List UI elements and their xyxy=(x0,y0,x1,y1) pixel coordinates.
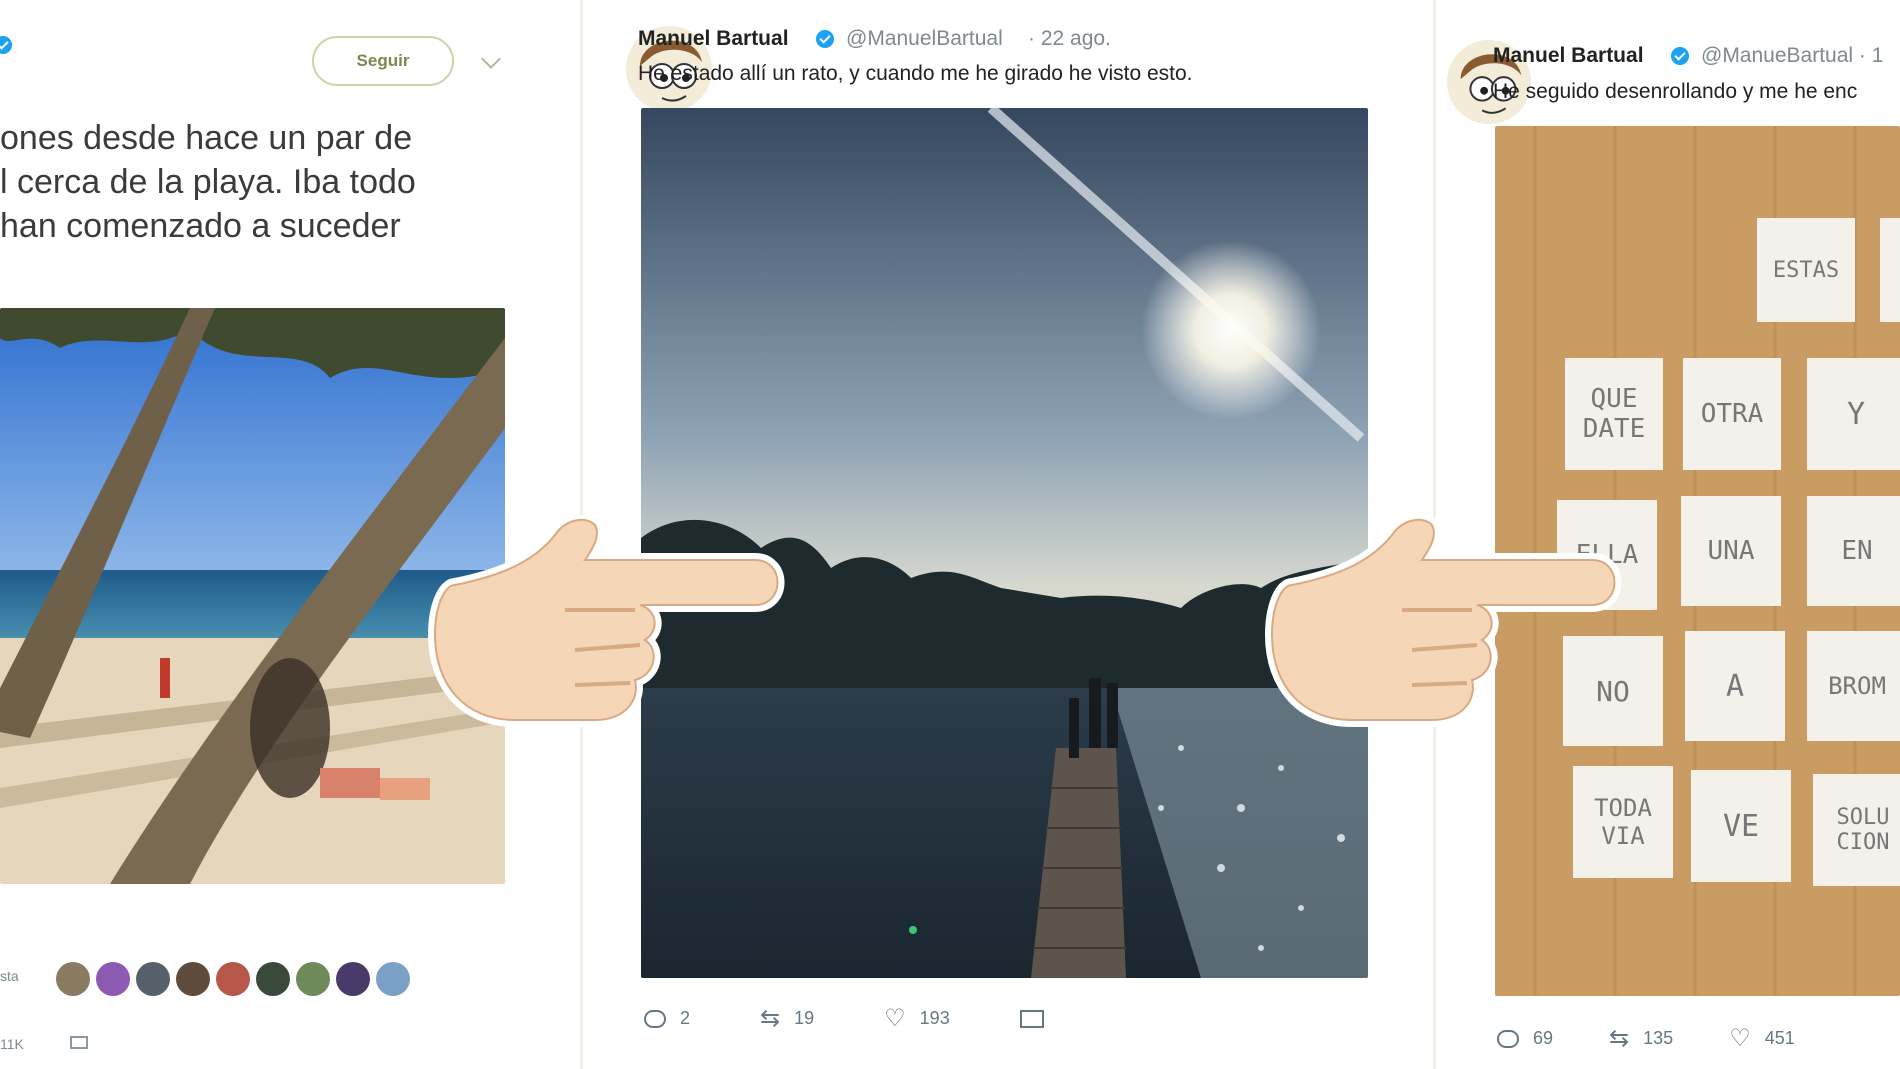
reply-count: 69 xyxy=(1533,1028,1554,1048)
verified-icon xyxy=(1671,47,1689,65)
reply-button[interactable]: 69 xyxy=(1497,1028,1553,1049)
author-name[interactable]: Manuel Bartual xyxy=(638,27,789,51)
likes-label: sta xyxy=(0,968,19,984)
retweet-button[interactable]: ⇆ 19 xyxy=(760,1004,814,1033)
like-button[interactable]: ♡ 451 xyxy=(1729,1024,1795,1053)
avatar[interactable] xyxy=(256,962,290,996)
paper-note: BROM xyxy=(1807,631,1900,741)
tweet-text: He estado allí un rato, y cuando me he g… xyxy=(638,62,1193,85)
avatar[interactable] xyxy=(336,962,370,996)
avatar[interactable] xyxy=(96,962,130,996)
likers-avatars xyxy=(56,962,410,996)
paper-note: VE xyxy=(1691,770,1791,882)
tweet-date[interactable]: · 22 ago. xyxy=(1028,27,1111,51)
count-label: 11K xyxy=(0,1036,24,1052)
paper-note: OTRA xyxy=(1683,358,1781,470)
like-count: 193 xyxy=(919,1008,950,1028)
author-name[interactable]: Manuel Bartual xyxy=(1493,44,1644,68)
paper-note: Y xyxy=(1807,358,1900,470)
message-button[interactable] xyxy=(1019,1009,1044,1028)
reply-button[interactable]: 2 xyxy=(644,1008,690,1029)
tweet-text: He seguido desenrollando y me he enc xyxy=(1493,80,1858,103)
paper-note xyxy=(1880,218,1900,322)
avatar[interactable] xyxy=(56,962,90,996)
paper-note: SOLU CION xyxy=(1813,774,1900,886)
paper-note: UNA xyxy=(1681,496,1781,606)
tweet-actions: 69 ⇆ 135 ♡ 451 xyxy=(1497,1024,1865,1053)
author-handle[interactable]: @ManuelBartual xyxy=(846,27,1003,51)
reply-icon xyxy=(644,1009,666,1028)
text-line: han comenzado a suceder xyxy=(0,207,401,245)
text-line: ones desde hace un par de xyxy=(0,119,413,157)
retweet-button[interactable]: ⇆ 135 xyxy=(1609,1024,1673,1053)
text-line: l cerca de la playa. Iba todo xyxy=(0,163,416,201)
retweet-icon: ⇆ xyxy=(760,1005,781,1032)
paper-note: A xyxy=(1685,631,1785,741)
retweet-icon: ⇆ xyxy=(1609,1025,1630,1052)
retweet-count: 19 xyxy=(794,1008,815,1028)
pointing-right-hand-icon xyxy=(428,515,785,727)
paper-note: TODA VIA xyxy=(1573,766,1673,878)
paper-note: EN xyxy=(1807,496,1900,606)
like-button[interactable]: ♡ 193 xyxy=(884,1004,950,1033)
heart-icon: ♡ xyxy=(884,1005,906,1032)
pointing-right-hand-icon xyxy=(1265,515,1622,727)
author-handle[interactable]: @ManueBartual · 1 xyxy=(1701,44,1883,68)
avatar[interactable] xyxy=(216,962,250,996)
mail-icon[interactable] xyxy=(70,1036,88,1049)
paper-note: ESTAS xyxy=(1757,218,1855,322)
tweet-actions: 2 ⇆ 19 ♡ 193 xyxy=(644,1004,1114,1033)
heart-icon: ♡ xyxy=(1729,1025,1751,1052)
paper-note: QUE DATE xyxy=(1565,358,1663,470)
follow-button[interactable]: Seguir xyxy=(312,36,454,86)
mail-icon xyxy=(1019,1009,1044,1028)
verified-icon xyxy=(0,36,12,54)
retweet-count: 135 xyxy=(1643,1028,1674,1048)
avatar[interactable] xyxy=(136,962,170,996)
reply-icon xyxy=(1497,1029,1519,1048)
avatar[interactable] xyxy=(176,962,210,996)
reply-count: 2 xyxy=(680,1008,691,1028)
avatar[interactable] xyxy=(296,962,330,996)
avatar[interactable] xyxy=(376,962,410,996)
like-count: 451 xyxy=(1764,1028,1795,1048)
verified-icon xyxy=(816,30,834,48)
left-tweet-text: ones desde hace un par de l cerca de la … xyxy=(0,116,470,248)
chevron-down-icon[interactable] xyxy=(481,49,501,69)
